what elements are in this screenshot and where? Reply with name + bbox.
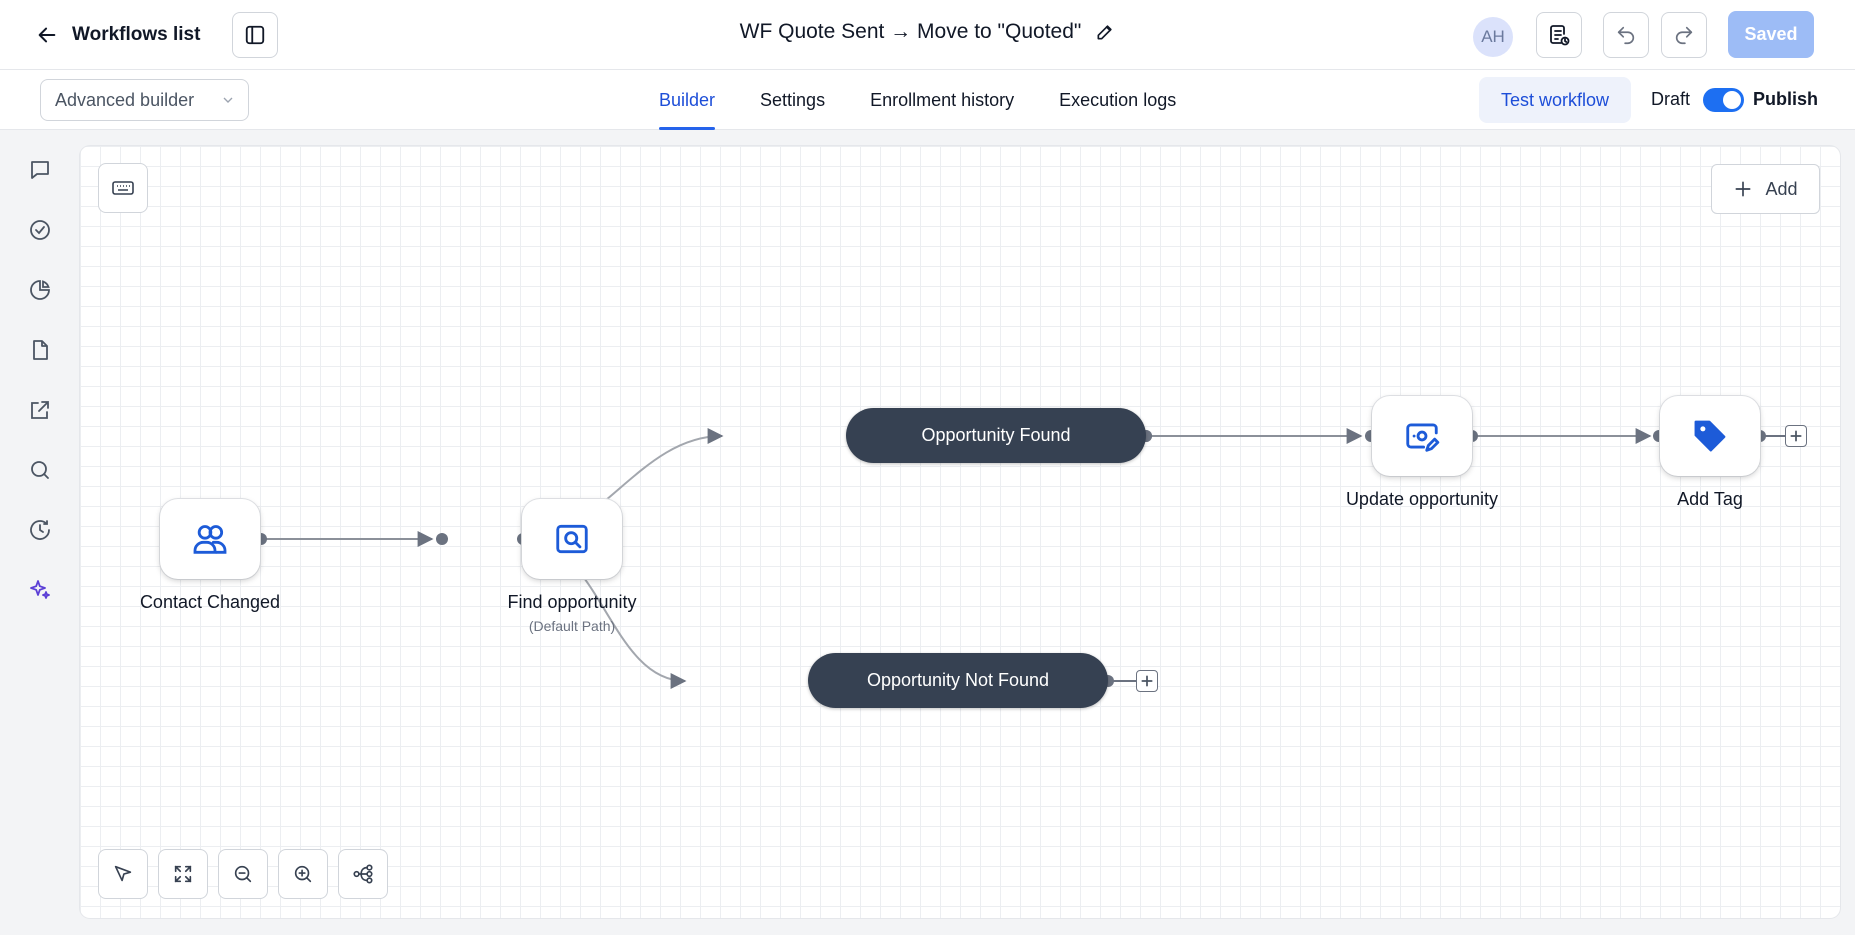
redo-icon: [1675, 26, 1693, 45]
test-workflow-button[interactable]: Test workflow: [1479, 77, 1631, 123]
pointer-icon: [114, 865, 132, 882]
add-node-button[interactable]: Add: [1711, 164, 1820, 214]
node-update-opportunity-label: Update opportunity: [1345, 489, 1499, 509]
node-contact-changed[interactable]: [160, 499, 260, 579]
auto-layout-button[interactable]: [338, 849, 388, 899]
node-update-opportunity[interactable]: [1372, 396, 1472, 476]
builder-mode-select[interactable]: Advanced builder: [40, 79, 249, 121]
back-label: Workflows list: [72, 24, 201, 45]
clock-history-icon[interactable]: [25, 515, 55, 545]
sparkle-ai-icon[interactable]: [25, 575, 55, 605]
publish-label: Publish: [1753, 89, 1819, 109]
keyboard-shortcuts-button[interactable]: [98, 163, 148, 213]
tab-bar: Builder Settings Enrollment history Exec…: [659, 70, 1221, 130]
pointer-tool-button[interactable]: [98, 849, 148, 899]
redo-button[interactable]: [1661, 12, 1707, 58]
undo-button[interactable]: [1603, 12, 1649, 58]
node-add-tag-label: Add Tag: [1677, 489, 1743, 509]
left-rail: [0, 130, 79, 935]
search-icon[interactable]: [25, 455, 55, 485]
user-avatar[interactable]: AH: [1473, 17, 1513, 57]
plus-icon: [1735, 181, 1751, 197]
search-frame-icon: [556, 524, 588, 554]
tab-settings[interactable]: Settings: [760, 70, 825, 130]
keyboard-icon: [112, 181, 134, 195]
external-link-icon[interactable]: [25, 395, 55, 425]
undo-icon: [1617, 26, 1635, 45]
pie-chart-icon[interactable]: [25, 275, 55, 305]
add-label: Add: [1765, 178, 1798, 199]
fit-view-icon: [174, 865, 192, 883]
node-find-opportunity[interactable]: [522, 499, 622, 579]
tab-execution-logs[interactable]: Execution logs: [1059, 70, 1176, 130]
document-icon[interactable]: [25, 335, 55, 365]
zoom-out-icon: [234, 865, 252, 883]
back-to-workflows-button[interactable]: Workflows list: [36, 18, 200, 52]
users-icon: [193, 525, 227, 554]
fit-view-button[interactable]: [158, 849, 208, 899]
toggle-knob: [1723, 91, 1741, 109]
node-add-tag[interactable]: [1660, 396, 1760, 476]
arrow-left-icon: [38, 27, 56, 43]
tab-builder[interactable]: Builder: [659, 70, 716, 130]
tag-icon: [1694, 420, 1726, 452]
chevron-down-icon: [223, 97, 233, 103]
workflow-title[interactable]: WF Quote Sent → Move to "Quoted": [740, 20, 1082, 44]
branch-opportunity-not-found[interactable]: Opportunity Not Found: [808, 653, 1108, 708]
version-history-button[interactable]: [1536, 12, 1582, 58]
branch-opportunity-found[interactable]: Opportunity Found: [846, 408, 1146, 463]
tab-enrollment-history[interactable]: Enrollment history: [870, 70, 1014, 130]
auto-layout-icon: [353, 864, 373, 884]
zoom-out-button[interactable]: [218, 849, 268, 899]
edges-layer: [255, 428, 1785, 689]
zoom-in-button[interactable]: [278, 849, 328, 899]
node-find-opportunity-sublabel: (Default Path): [528, 618, 616, 634]
chat-icon[interactable]: [25, 155, 55, 185]
publish-toggle[interactable]: [1703, 88, 1744, 112]
sidebar-toggle-button[interactable]: [232, 12, 278, 58]
node-contact-changed-label: Contact Changed: [139, 592, 281, 612]
draft-label: Draft: [1651, 89, 1691, 109]
edit-frame-icon: [1406, 423, 1440, 452]
edge-handle: [436, 533, 448, 545]
builder-mode-value: Advanced builder: [55, 89, 195, 110]
add-step-after-tag-button[interactable]: [1785, 425, 1807, 447]
node-find-opportunity-label: Find opportunity: [507, 592, 637, 612]
add-step-after-not-found-button[interactable]: [1136, 670, 1158, 692]
check-circle-icon[interactable]: [25, 215, 55, 245]
plus-icon: [1790, 430, 1802, 442]
pencil-edit-icon[interactable]: [1095, 22, 1115, 42]
top-bar: Workflows list WF Quote Sent → Move to "…: [0, 0, 1855, 70]
sub-bar: Advanced builder Builder Settings Enroll…: [0, 70, 1855, 130]
zoom-in-icon: [294, 865, 312, 883]
workflow-canvas[interactable]: Add Contact Changed Find opportunity (De…: [80, 146, 1840, 918]
sidebar-panel-icon: [245, 25, 265, 45]
plus-icon: [1141, 675, 1153, 687]
saved-button[interactable]: Saved: [1728, 11, 1814, 58]
canvas-area: Add Contact Changed Find opportunity (De…: [79, 130, 1855, 935]
document-refresh-icon: [1550, 25, 1570, 46]
